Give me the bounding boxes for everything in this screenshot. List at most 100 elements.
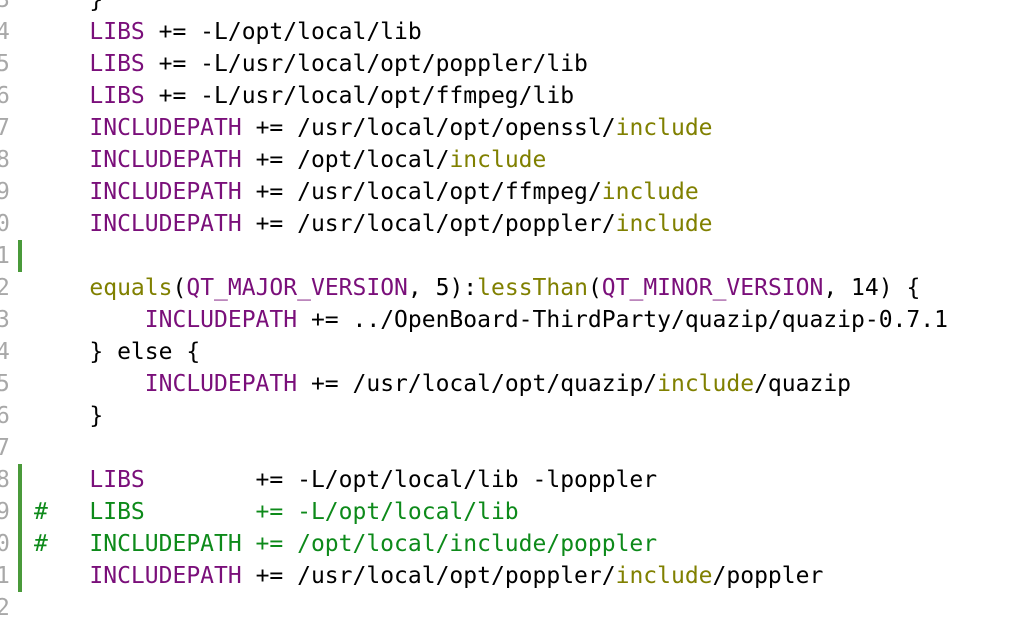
code-token: , 5): — [407, 275, 478, 301]
code-line[interactable]: 4 LIBS += -L/opt/local/lib — [0, 16, 1032, 48]
code-line[interactable]: 8 INCLUDEPATH += /opt/local/include — [0, 144, 1032, 176]
code-text[interactable]: INCLUDEPATH += /opt/local/include — [34, 144, 546, 176]
code-token: += -L/usr/local/opt/poppler/lib — [144, 51, 588, 77]
code-text[interactable]: INCLUDEPATH += ../OpenBoard-ThirdParty/q… — [34, 304, 948, 336]
code-token: INCLUDEPATH — [34, 371, 298, 397]
code-token: INCLUDEPATH — [34, 211, 242, 237]
code-token: += -L/usr/local/opt/ffmpeg/lib — [144, 83, 575, 109]
line-number: 9 — [0, 499, 10, 525]
line-number: 1 — [0, 243, 10, 269]
line-number: 2 — [0, 275, 10, 301]
code-text[interactable]: } — [34, 400, 103, 432]
code-token: # LIBS += -L/opt/local/lib — [34, 499, 519, 525]
line-number: 6 — [0, 403, 10, 429]
code-token: include — [615, 115, 713, 141]
code-token: include — [601, 179, 699, 205]
code-token: /quazip — [754, 371, 852, 397]
code-line[interactable]: 6 LIBS += -L/usr/local/opt/ffmpeg/lib — [0, 80, 1032, 112]
line-number: 8 — [0, 147, 10, 173]
line-number: 2 — [0, 595, 10, 621]
code-line[interactable]: 5 INCLUDEPATH += /usr/local/opt/quazip/i… — [0, 368, 1032, 400]
code-token: ( — [587, 275, 602, 301]
code-token: LIBS — [34, 51, 145, 77]
line-number: 6 — [0, 83, 10, 109]
code-token: INCLUDEPATH — [34, 563, 242, 589]
code-token: += /usr/local/opt/ffmpeg/ — [241, 179, 602, 205]
change-marker — [18, 496, 22, 528]
code-text[interactable]: # LIBS += -L/opt/local/lib — [34, 496, 519, 528]
code-token: INCLUDEPATH — [34, 115, 242, 141]
code-token: } else { — [34, 339, 201, 365]
code-text[interactable]: LIBS += -L/usr/local/opt/poppler/lib — [34, 48, 588, 80]
line-number: 4 — [0, 19, 10, 45]
code-line[interactable]: 1 — [0, 240, 1032, 272]
code-token: INCLUDEPATH — [34, 307, 298, 333]
code-token: } — [34, 403, 104, 429]
code-line[interactable]: 4 } else { — [0, 336, 1032, 368]
code-token: /poppler — [712, 563, 824, 589]
code-token: INCLUDEPATH — [34, 147, 242, 173]
code-text[interactable]: INCLUDEPATH += /usr/local/opt/poppler/in… — [34, 560, 823, 592]
line-number: 9 — [0, 179, 10, 205]
line-number: 0 — [0, 531, 10, 557]
code-token: += -L/opt/local/lib — [144, 19, 422, 45]
code-text[interactable]: } — [34, 0, 103, 16]
code-token: LIBS — [34, 19, 145, 45]
code-text[interactable]: INCLUDEPATH += /usr/local/opt/ffmpeg/inc… — [34, 176, 699, 208]
code-line[interactable]: 8 LIBS += -L/opt/local/lib -lpoppler — [0, 464, 1032, 496]
code-token: include — [449, 147, 547, 173]
code-line[interactable]: 7 INCLUDEPATH += /usr/local/opt/openssl/… — [0, 112, 1032, 144]
code-line[interactable]: 1 INCLUDEPATH += /usr/local/opt/poppler/… — [0, 560, 1032, 592]
code-line[interactable]: 2 — [0, 592, 1032, 624]
line-number: 5 — [0, 51, 10, 77]
code-token: } — [34, 0, 104, 13]
line-number: 1 — [0, 563, 10, 589]
code-text[interactable]: } else { — [34, 336, 200, 368]
code-line[interactable]: 3 INCLUDEPATH += ../OpenBoard-ThirdParty… — [0, 304, 1032, 336]
code-text[interactable]: LIBS += -L/usr/local/opt/ffmpeg/lib — [34, 80, 574, 112]
code-token: += /usr/local/opt/poppler/ — [241, 563, 616, 589]
line-number: 0 — [0, 211, 10, 237]
code-line[interactable]: 0 INCLUDEPATH += /usr/local/opt/poppler/… — [0, 208, 1032, 240]
code-token: lessThan — [477, 275, 588, 301]
code-editor[interactable]: 3 } 4 LIBS += -L/opt/local/lib 5 LIBS += -… — [0, 0, 1032, 624]
code-line[interactable]: 6 } — [0, 400, 1032, 432]
line-number: 3 — [0, 307, 10, 333]
code-text[interactable]: LIBS += -L/opt/local/lib — [34, 16, 422, 48]
code-token: += /usr/local/opt/poppler/ — [241, 211, 616, 237]
code-text[interactable]: INCLUDEPATH += /usr/local/opt/openssl/in… — [34, 112, 713, 144]
code-line[interactable]: 2 equals(QT_MAJOR_VERSION, 5):lessThan(Q… — [0, 272, 1032, 304]
code-line[interactable]: 9 # LIBS += -L/opt/local/lib — [0, 496, 1032, 528]
code-token: include — [657, 371, 755, 397]
code-token: QT_MAJOR_VERSION — [186, 275, 408, 301]
code-token: LIBS — [34, 83, 145, 109]
code-text[interactable]: equals(QT_MAJOR_VERSION, 5):lessThan(QT_… — [34, 272, 920, 304]
code-token: += ../OpenBoard-ThirdParty/quazip/quazip… — [297, 307, 948, 333]
code-token: LIBS — [34, 467, 145, 493]
code-text[interactable]: # INCLUDEPATH += /opt/local/include/popp… — [34, 528, 657, 560]
change-marker — [18, 560, 22, 592]
code-text[interactable]: INCLUDEPATH += /usr/local/opt/quazip/inc… — [34, 368, 851, 400]
code-token: QT_MINOR_VERSION — [601, 275, 824, 301]
code-line[interactable]: 5 LIBS += -L/usr/local/opt/poppler/lib — [0, 48, 1032, 80]
code-token: include — [615, 563, 713, 589]
code-token: include — [615, 211, 713, 237]
code-token: INCLUDEPATH — [34, 179, 242, 205]
code-line[interactable]: 9 INCLUDEPATH += /usr/local/opt/ffmpeg/i… — [0, 176, 1032, 208]
code-line[interactable]: 3 } — [0, 0, 1032, 16]
code-token: , 14) { — [823, 275, 921, 301]
code-text[interactable]: INCLUDEPATH += /usr/local/opt/poppler/in… — [34, 208, 713, 240]
code-token: ( — [172, 275, 187, 301]
code-token: += /usr/local/opt/quazip/ — [297, 371, 658, 397]
code-text[interactable]: LIBS += -L/opt/local/lib -lpoppler — [34, 464, 657, 496]
line-number: 5 — [0, 371, 10, 397]
code-token: += /usr/local/opt/openssl/ — [241, 115, 616, 141]
change-marker — [18, 240, 22, 272]
code-line[interactable]: 7 — [0, 432, 1032, 464]
code-token: += /opt/local/ — [241, 147, 450, 173]
code-token: # INCLUDEPATH += /opt/local/include/popp… — [34, 531, 658, 557]
line-number: 3 — [0, 0, 10, 13]
line-number: 4 — [0, 339, 10, 365]
line-number: 8 — [0, 467, 10, 493]
code-line[interactable]: 0 # INCLUDEPATH += /opt/local/include/pop… — [0, 528, 1032, 560]
